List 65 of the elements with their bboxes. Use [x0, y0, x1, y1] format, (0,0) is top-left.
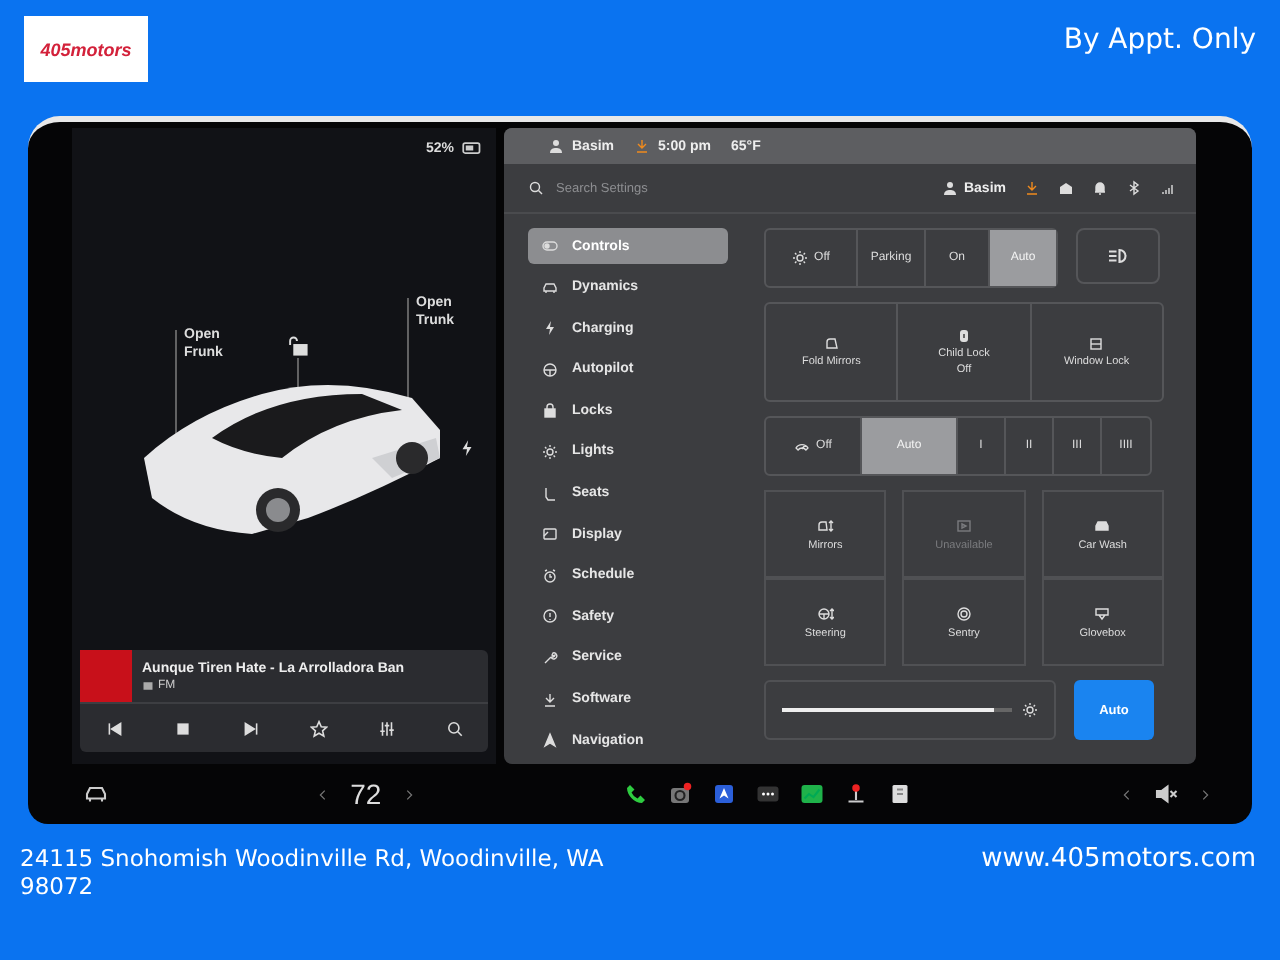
chevron-left-icon[interactable] — [1120, 787, 1134, 802]
steering-wheel-icon — [542, 361, 558, 378]
toggle-icon — [542, 238, 558, 254]
tagline: By Appt. Only — [1063, 22, 1256, 56]
sentry-icon — [955, 605, 972, 621]
lightning-icon — [542, 320, 558, 337]
car-icon — [542, 279, 558, 296]
navigation-icon[interactable] — [711, 782, 736, 807]
person-icon — [548, 138, 564, 154]
wrench-icon — [542, 649, 558, 666]
mirror-adjust-icon — [817, 517, 834, 533]
logo: 405motors — [24, 16, 148, 82]
glovebox-icon — [1094, 605, 1111, 621]
download-icon — [634, 138, 651, 154]
star-icon[interactable] — [309, 719, 327, 738]
album-art-placeholder — [80, 650, 132, 703]
camera-icon[interactable] — [667, 782, 692, 807]
chevron-right-icon[interactable] — [401, 787, 416, 802]
notes-icon[interactable] — [887, 782, 912, 807]
chevron-right-icon[interactable] — [1198, 787, 1212, 802]
bluetooth-icon[interactable] — [1126, 180, 1142, 196]
download-icon[interactable] — [1024, 180, 1040, 196]
headlight-icon — [1106, 244, 1130, 268]
lock-icon — [542, 402, 558, 419]
signal-icon[interactable] — [1160, 180, 1176, 196]
chevron-left-icon[interactable] — [316, 787, 331, 802]
download-icon — [542, 691, 558, 708]
cabin-temperature: 72 — [350, 778, 382, 811]
sun-icon — [542, 443, 558, 460]
wiper-icon — [794, 438, 811, 454]
mirror-icon — [823, 336, 840, 352]
leader-line — [407, 297, 409, 399]
previous-track-icon[interactable] — [105, 719, 123, 738]
bell-icon[interactable] — [1092, 180, 1108, 196]
search-icon — [528, 180, 544, 196]
car-icon — [1094, 517, 1111, 533]
garage-icon[interactable] — [1058, 180, 1074, 196]
info-icon — [542, 608, 558, 625]
navigation-icon — [542, 732, 558, 749]
address: 24115 Snohomish Woodinville Rd, Woodinville, WA 98072 — [20, 844, 606, 900]
chart-icon[interactable] — [799, 782, 824, 807]
person-icon[interactable] — [941, 180, 958, 196]
lightning-icon[interactable] — [458, 438, 476, 458]
padlock-icon[interactable] — [286, 334, 308, 356]
next-track-icon[interactable] — [241, 719, 259, 738]
window-icon — [1088, 336, 1105, 352]
seat-icon — [542, 485, 558, 502]
sun-icon — [1022, 702, 1038, 718]
screen-icon — [955, 517, 972, 533]
headlight-button[interactable] — [1076, 228, 1160, 284]
steering-adjust-icon — [817, 605, 834, 621]
radio-icon — [142, 679, 154, 692]
joystick-icon[interactable] — [843, 782, 868, 807]
stop-icon[interactable] — [173, 719, 191, 738]
search-icon[interactable] — [445, 719, 463, 738]
volume-mute-icon[interactable] — [1154, 782, 1178, 807]
battery-icon — [460, 138, 484, 158]
sun-icon — [792, 250, 809, 266]
more-icon[interactable] — [755, 782, 780, 807]
display-icon — [542, 526, 558, 543]
car-icon[interactable] — [84, 782, 108, 807]
alarm-clock-icon — [542, 567, 558, 584]
website-link[interactable]: www.405motors.com — [981, 844, 1256, 874]
equalizer-icon[interactable] — [377, 719, 395, 738]
phone-icon[interactable] — [623, 782, 648, 807]
